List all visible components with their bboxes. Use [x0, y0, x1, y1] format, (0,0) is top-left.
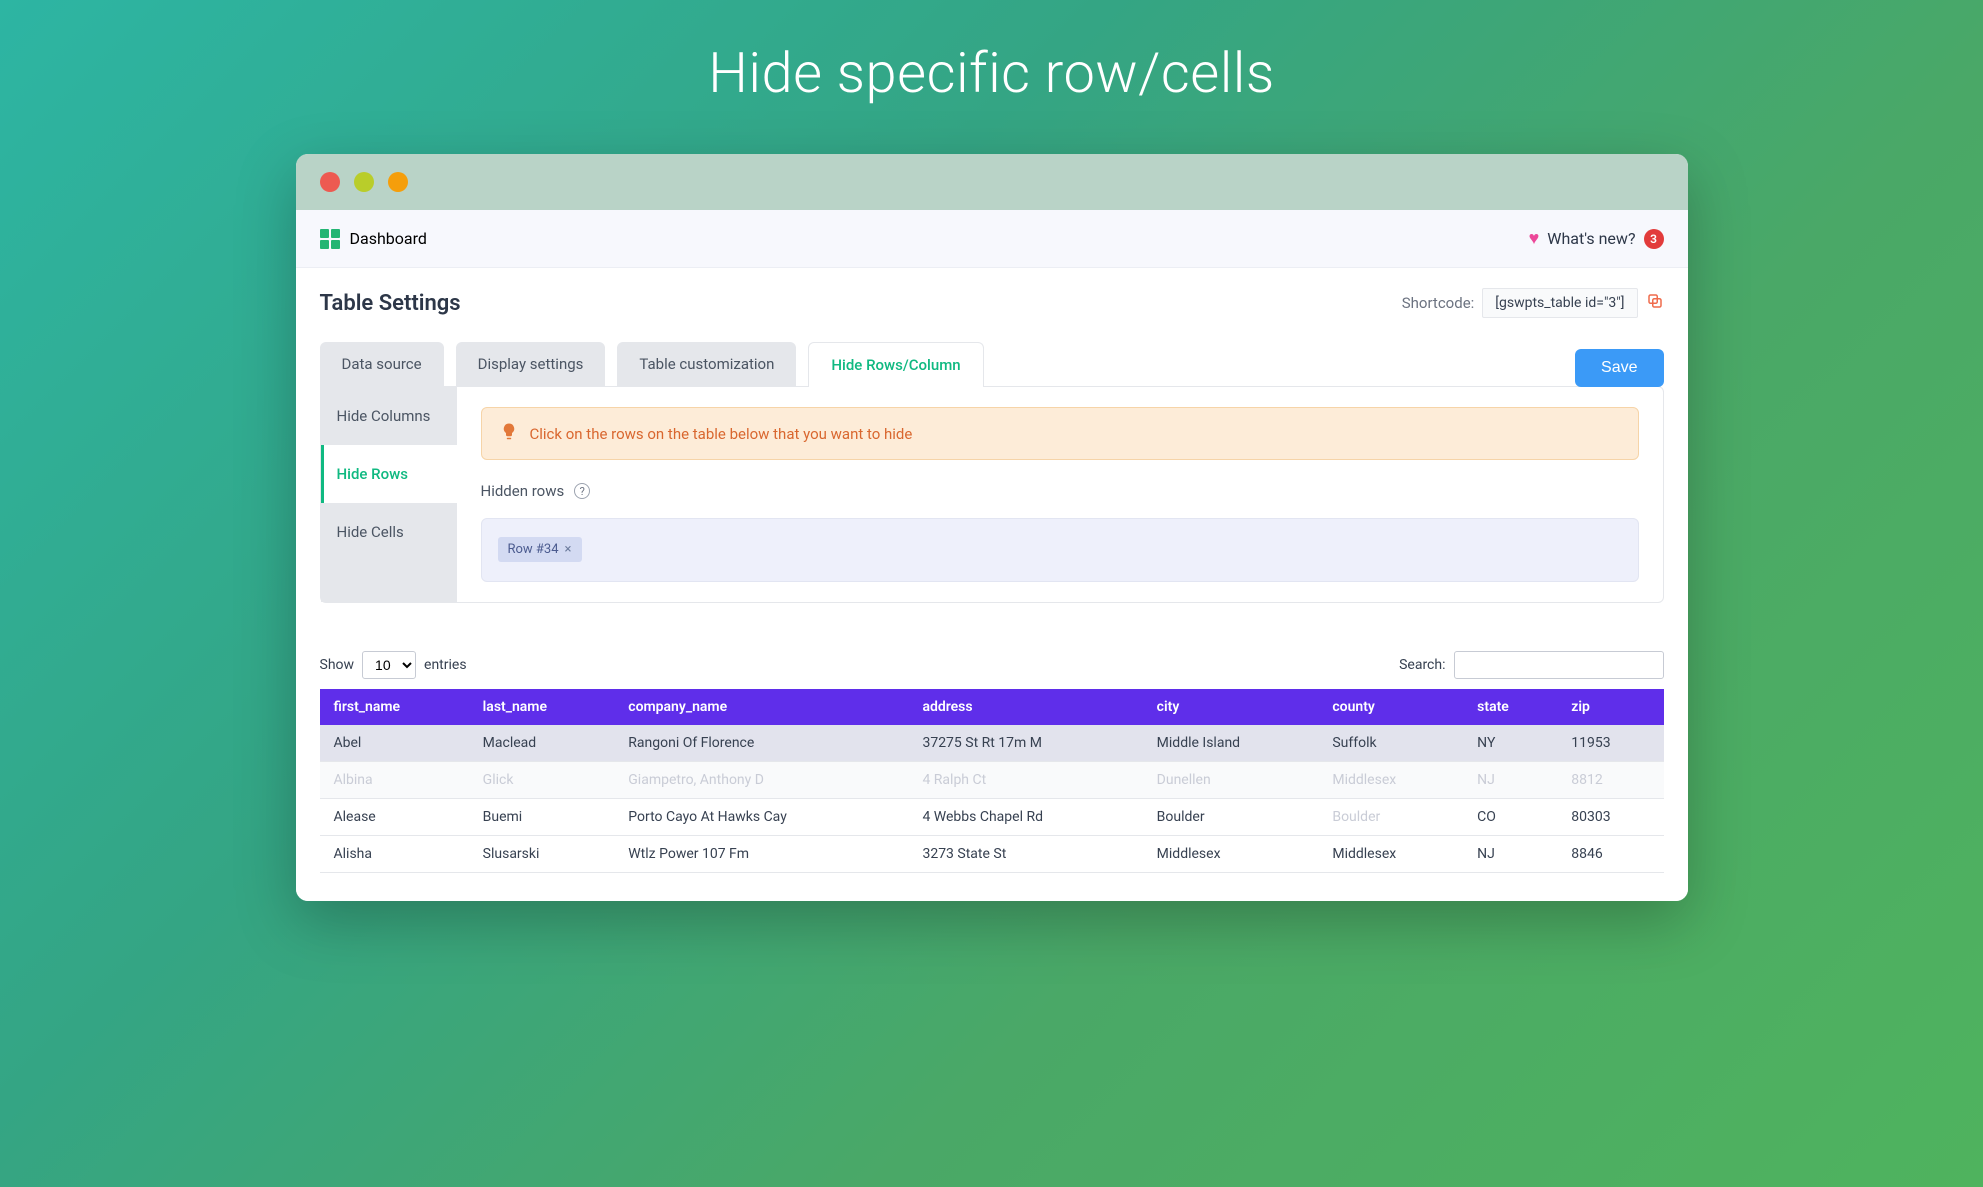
sidebar-item-hide-rows[interactable]: Hide Rows [321, 445, 457, 503]
col-first-name[interactable]: first_name [320, 689, 469, 725]
content: Table Settings Shortcode: [gswpts_table … [296, 268, 1688, 901]
traffic-light-close[interactable] [320, 172, 340, 192]
chip-remove-icon[interactable]: × [565, 542, 572, 557]
heart-icon: ♥ [1529, 228, 1540, 249]
traffic-light-minimize[interactable] [354, 172, 374, 192]
tabs: Data source Display settings Table custo… [320, 342, 984, 387]
show-entries: Show 10 entries [320, 651, 467, 679]
tab-hide-rows-column[interactable]: Hide Rows/Column [808, 342, 983, 387]
chip-row-34: Row #34 × [498, 537, 582, 562]
hidden-rows-chip-area: Row #34 × [481, 518, 1639, 582]
entries-select[interactable]: 10 [362, 651, 416, 679]
panel-sidebar: Hide Columns Hide Rows Hide Cells [321, 387, 457, 602]
page-title: Table Settings [320, 291, 461, 316]
hidden-rows-label-wrap: Hidden rows ? [481, 482, 1639, 500]
whats-new-label: What's new? [1547, 229, 1635, 248]
topbar: Dashboard ♥ What's new? 3 [296, 210, 1688, 268]
copy-icon[interactable] [1646, 292, 1664, 315]
table-row[interactable]: Alisha Slusarski Wtlz Power 107 Fm 3273 … [320, 836, 1664, 873]
bulb-icon [500, 422, 518, 445]
col-company-name[interactable]: company_name [614, 689, 908, 725]
tab-display-settings[interactable]: Display settings [456, 342, 606, 387]
traffic-light-zoom[interactable] [388, 172, 408, 192]
col-county[interactable]: county [1318, 689, 1463, 725]
tab-table-customization[interactable]: Table customization [617, 342, 796, 387]
table-header-row: first_name last_name company_name addres… [320, 689, 1664, 725]
col-last-name[interactable]: last_name [469, 689, 615, 725]
sidebar-item-hide-columns[interactable]: Hide Columns [321, 387, 457, 445]
col-city[interactable]: city [1143, 689, 1319, 725]
col-state[interactable]: state [1463, 689, 1557, 725]
help-icon[interactable]: ? [574, 483, 590, 499]
page-header: Table Settings Shortcode: [gswpts_table … [320, 288, 1664, 318]
save-button[interactable]: Save [1575, 349, 1663, 387]
table-row[interactable]: Abel Maclead Rangoni Of Florence 37275 S… [320, 725, 1664, 762]
search-label: Search: [1399, 657, 1445, 673]
topbar-left: Dashboard [320, 229, 427, 249]
table-section: Show 10 entries Search: first_name last_… [320, 651, 1664, 873]
table-row[interactable]: Alease Buemi Porto Cayo At Hawks Cay 4 W… [320, 799, 1664, 836]
hint-text: Click on the rows on the table below tha… [530, 425, 913, 443]
app-window: Dashboard ♥ What's new? 3 Table Settings… [296, 154, 1688, 901]
shortcode-value: [gswpts_table id="3"] [1482, 288, 1637, 318]
whats-new-badge: 3 [1644, 229, 1664, 249]
search-input[interactable] [1454, 651, 1664, 679]
dashboard-label[interactable]: Dashboard [350, 229, 427, 248]
hidden-rows-label: Hidden rows [481, 482, 565, 500]
whats-new-button[interactable]: ♥ What's new? 3 [1529, 228, 1664, 249]
dashboard-icon [320, 229, 340, 249]
shortcode-label: Shortcode: [1402, 294, 1475, 312]
panel-body: Click on the rows on the table below tha… [457, 387, 1663, 602]
tab-data-source[interactable]: Data source [320, 342, 444, 387]
table-controls: Show 10 entries Search: [320, 651, 1664, 679]
col-address[interactable]: address [908, 689, 1142, 725]
col-zip[interactable]: zip [1557, 689, 1663, 725]
chip-label: Row #34 [508, 542, 559, 557]
entries-suffix: entries [424, 657, 467, 673]
window-titlebar [296, 154, 1688, 210]
search-wrap: Search: [1399, 651, 1663, 679]
hero-title: Hide specific row/cells [0, 40, 1983, 106]
table-row[interactable]: Albina Glick Giampetro, Anthony D 4 Ralp… [320, 762, 1664, 799]
tabs-row: Data source Display settings Table custo… [320, 342, 1664, 387]
panel: Hide Columns Hide Rows Hide Cells Click … [320, 386, 1664, 603]
hint-banner: Click on the rows on the table below tha… [481, 407, 1639, 460]
show-label: Show [320, 657, 355, 673]
sidebar-item-hide-cells[interactable]: Hide Cells [321, 503, 457, 561]
data-table: first_name last_name company_name addres… [320, 689, 1664, 873]
shortcode-wrap: Shortcode: [gswpts_table id="3"] [1402, 288, 1664, 318]
